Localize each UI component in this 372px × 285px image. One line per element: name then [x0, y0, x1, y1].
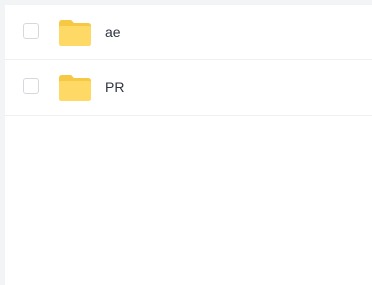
file-name[interactable]: ae: [105, 24, 121, 40]
file-row-ae[interactable]: ae: [5, 4, 372, 60]
folder-icon: [58, 74, 92, 102]
folder-icon: [58, 19, 92, 47]
select-checkbox[interactable]: [23, 23, 39, 39]
file-row-pr[interactable]: PR: [5, 60, 372, 116]
file-list: ae PR: [5, 4, 372, 116]
select-checkbox[interactable]: [23, 78, 39, 94]
file-name[interactable]: PR: [105, 79, 124, 95]
